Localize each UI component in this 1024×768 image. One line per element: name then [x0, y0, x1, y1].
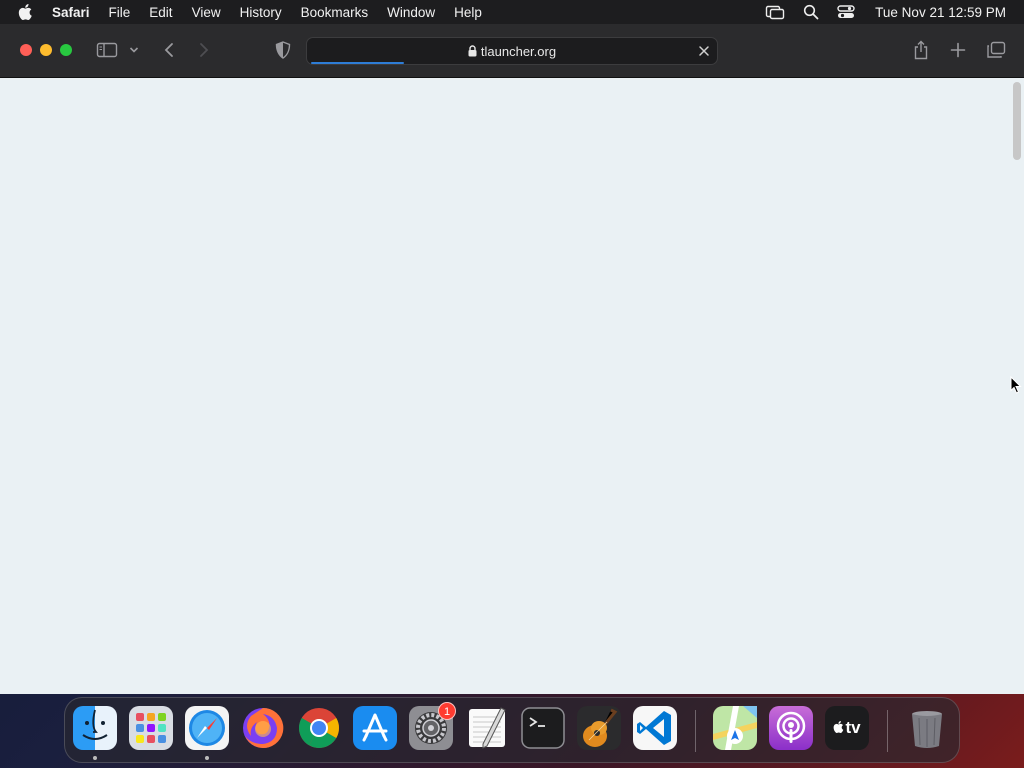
running-indicator [93, 756, 97, 760]
apple-tv-icon[interactable]: tv [825, 706, 869, 750]
safari-icon[interactable] [185, 706, 229, 750]
trash-icon[interactable] [905, 706, 949, 750]
minimize-window-button[interactable] [40, 44, 52, 56]
menu-clock[interactable]: Tue Nov 21 12:59 PM [875, 5, 1006, 20]
share-icon[interactable] [910, 39, 932, 61]
dock: 1 tv [64, 697, 960, 763]
textedit-icon[interactable] [465, 706, 509, 750]
tab-overview-icon[interactable] [985, 39, 1007, 61]
running-indicator [205, 756, 209, 760]
garageband-icon[interactable] [577, 706, 621, 750]
new-tab-icon[interactable] [947, 39, 969, 61]
menu-file[interactable]: File [109, 5, 131, 20]
apple-menu-icon[interactable] [18, 3, 36, 21]
menu-app-safari[interactable]: Safari [52, 5, 90, 20]
mouse-cursor-icon [1010, 375, 1022, 394]
chevron-down-icon[interactable] [125, 39, 143, 61]
forward-arrow-icon[interactable] [193, 39, 215, 61]
screen-mirroring-icon[interactable] [765, 4, 785, 20]
vscode-icon[interactable] [633, 706, 677, 750]
web-page-content[interactable] [0, 78, 1024, 694]
apple-tv-label: tv [825, 718, 869, 738]
sidebar-toggle-icon[interactable] [96, 39, 118, 61]
lock-icon [468, 45, 477, 60]
privacy-shield-icon[interactable] [272, 39, 294, 61]
safari-window: tlauncher.org [0, 24, 1024, 694]
close-window-button[interactable] [20, 44, 32, 56]
zoom-window-button[interactable] [60, 44, 72, 56]
menu-bookmarks[interactable]: Bookmarks [301, 5, 369, 20]
address-url[interactable]: tlauncher.org [307, 44, 717, 60]
terminal-icon[interactable] [521, 706, 565, 750]
spotlight-search-icon[interactable] [803, 4, 819, 20]
address-bar[interactable]: tlauncher.org [306, 37, 718, 65]
firefox-icon[interactable] [241, 706, 285, 750]
stop-loading-icon[interactable] [697, 44, 711, 58]
menu-window[interactable]: Window [387, 5, 435, 20]
podcasts-icon[interactable] [769, 706, 813, 750]
menu-history[interactable]: History [240, 5, 282, 20]
menu-view[interactable]: View [192, 5, 221, 20]
finder-icon[interactable] [73, 706, 117, 750]
chrome-icon[interactable] [297, 706, 341, 750]
app-store-icon[interactable] [353, 706, 397, 750]
menu-edit[interactable]: Edit [149, 5, 172, 20]
system-settings-icon[interactable]: 1 [409, 702, 456, 750]
maps-icon[interactable] [713, 706, 757, 750]
notification-badge: 1 [438, 702, 456, 720]
dock-separator [695, 710, 696, 752]
back-arrow-icon[interactable] [158, 39, 180, 61]
dock-separator [887, 710, 888, 752]
address-text: tlauncher.org [480, 44, 557, 59]
scrollbar-thumb[interactable] [1013, 82, 1021, 160]
page-load-progress-bar [311, 62, 404, 64]
menu-bar: Safari File Edit View History Bookmarks … [0, 0, 1024, 24]
control-center-icon[interactable] [837, 4, 855, 20]
browser-toolbar: tlauncher.org [0, 24, 1024, 78]
menu-help[interactable]: Help [454, 5, 482, 20]
launchpad-icon[interactable] [129, 706, 173, 750]
